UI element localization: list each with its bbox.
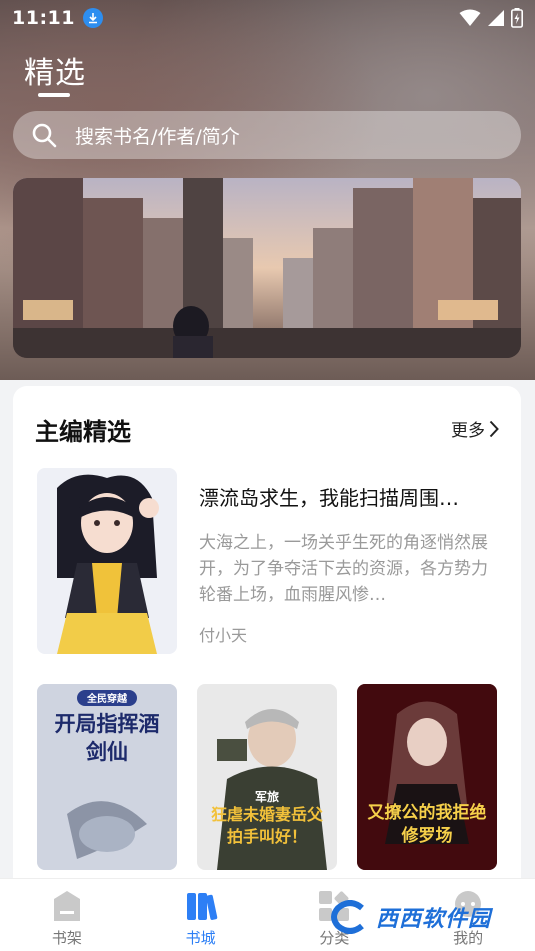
grid-book-cover-2[interactable]: 军旅 狂虐未婚妻岳父拍手叫好！ — [197, 684, 337, 870]
cover-title: 又撩公的我拒绝修罗场 — [367, 803, 487, 846]
wifi-icon — [459, 9, 481, 26]
battery-icon — [511, 8, 523, 28]
featured-book-title[interactable]: 漂流岛求生，我能扫描周围… — [199, 482, 489, 511]
more-label: 更多 — [451, 421, 485, 441]
banner-image — [13, 178, 521, 358]
bookshelf-icon — [53, 891, 80, 921]
nav-item-bookshelf[interactable]: 书架 — [0, 879, 134, 951]
status-indicators — [459, 8, 523, 28]
promo-banner[interactable] — [13, 178, 521, 358]
grid-book-cover-1[interactable]: 全民穿越 开局指挥酒剑仙 — [37, 684, 177, 870]
search-input[interactable]: 搜索书名/作者/简介 — [13, 111, 521, 159]
nav-item-bookstore[interactable]: 书城 — [134, 879, 268, 951]
download-icon — [82, 8, 103, 28]
nav-label: 书城 — [185, 929, 216, 947]
featured-book-cover[interactable] — [37, 468, 177, 654]
bookstore-icon — [186, 893, 217, 920]
nav-label: 书架 — [51, 929, 82, 947]
watermark-c-icon — [331, 900, 364, 934]
cover-badge: 军旅 — [254, 790, 279, 804]
more-link[interactable]: 更多 — [451, 416, 499, 441]
title-underline — [38, 93, 70, 97]
cover-title: 开局指挥酒剑仙 — [54, 712, 160, 764]
cover-illustration — [37, 468, 177, 654]
featured-book-description: 大海之上，一场关乎生死的角逐悄然展开，为了争夺活下去的资源，各方势力轮番上场，血… — [199, 533, 488, 605]
watermark-logo: 西西软件园 — [330, 900, 491, 934]
grid-book-cover-3[interactable]: 又撩公的我拒绝修罗场 — [357, 684, 497, 870]
status-time: 11:11 — [12, 7, 75, 29]
cover-title: 狂虐未婚妻岳父拍手叫好！ — [210, 805, 323, 846]
chevron-right-icon — [489, 420, 499, 437]
search-icon — [32, 123, 57, 148]
section-title: 主编精选 — [35, 418, 131, 446]
editor-picks-card: 主编精选 更多 漂流岛求生，我能扫描周围… 大海之上，一场关乎生死的角逐悄然展开… — [13, 386, 521, 906]
page-title: 精选 — [24, 56, 86, 91]
cover-badge: 全民穿越 — [87, 694, 127, 705]
featured-book-author: 付小天 — [199, 626, 248, 645]
signal-icon — [488, 10, 504, 26]
search-placeholder: 搜索书名/作者/简介 — [75, 125, 240, 148]
status-bar: 11:11 — [0, 0, 535, 36]
watermark-text: 西西软件园 — [376, 907, 492, 932]
